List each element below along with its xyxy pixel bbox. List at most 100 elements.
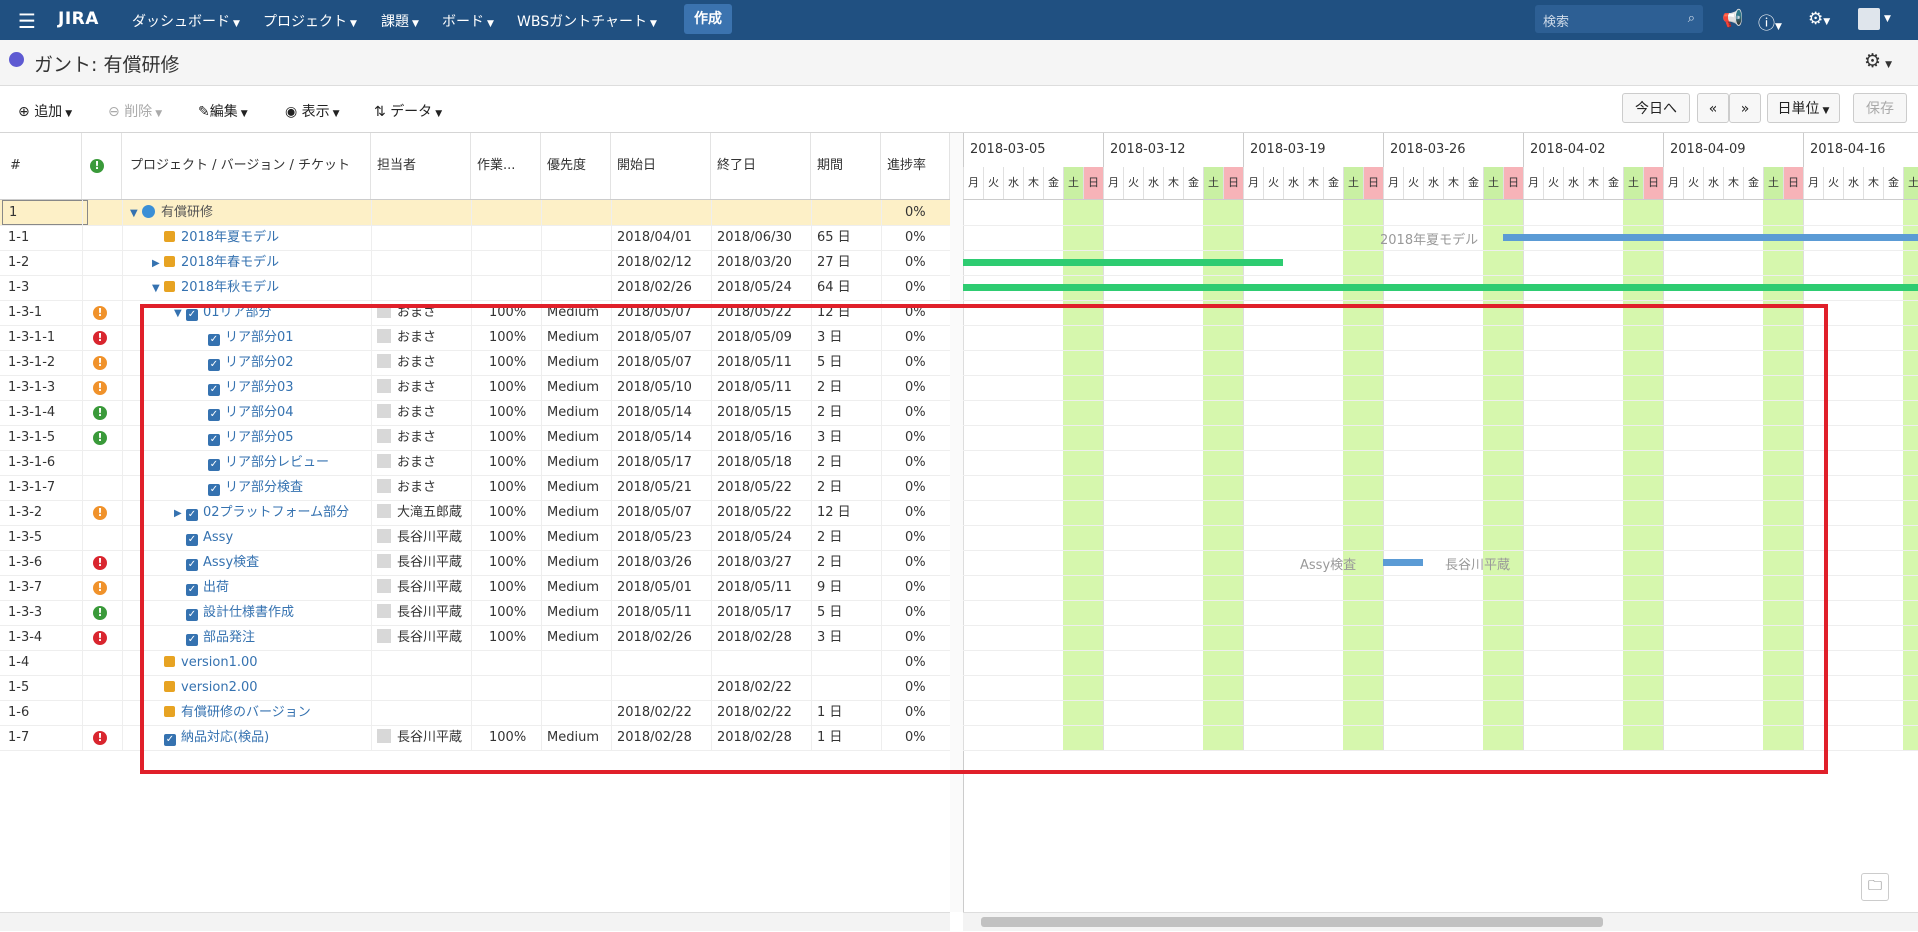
task-name[interactable]: ✓ リア部分04 xyxy=(196,400,370,425)
task-name[interactable]: ✓ Assy xyxy=(174,525,370,550)
table-row[interactable]: 1-3-6! ✓ Assy検査 長谷川平蔵 100% Medium 2018/03/26 20… xyxy=(0,550,950,576)
column-divider xyxy=(82,200,83,750)
data-button[interactable]: ⇅ データ ▼ xyxy=(374,101,442,121)
task-name[interactable]: ✓ リア部分レビュー xyxy=(196,450,370,475)
col-name[interactable]: プロジェクト / バージョン / チケット xyxy=(122,133,371,199)
task-name[interactable]: ✓ リア部分03 xyxy=(196,375,370,400)
col-number[interactable]: # xyxy=(0,133,82,199)
next-button[interactable]: » xyxy=(1729,93,1761,123)
col-start[interactable]: 開始日 xyxy=(611,133,711,199)
table-row[interactable]: 1-5 version2.00 2018/02/22 0% xyxy=(0,675,950,701)
day-label: 土 xyxy=(1343,167,1363,199)
task-name[interactable]: ✓ リア部分02 xyxy=(196,350,370,375)
task-name[interactable]: 有償研修のバージョン xyxy=(152,700,370,725)
task-name[interactable]: ▶ 2018年春モデル xyxy=(152,250,370,275)
table-row[interactable]: 1-1 2018年夏モデル 2018/04/01 2018/06/30 65 日 0% xyxy=(0,225,950,251)
task-name[interactable]: 2018年夏モデル xyxy=(152,225,370,250)
col-priority[interactable]: ! xyxy=(82,133,122,199)
task-name[interactable]: ▼ ✓ 01リア部分 xyxy=(174,300,370,325)
col-work[interactable]: 作業... xyxy=(471,133,541,199)
table-row[interactable]: 1-3-5 ✓ Assy 長谷川平蔵 100% Medium 2018/05/23 2018/… xyxy=(0,525,950,551)
menu-icon[interactable]: ☰ xyxy=(18,9,36,33)
delete-button[interactable]: ⊖ 削除 ▼ xyxy=(108,101,162,121)
col-progress[interactable]: 進捗率 xyxy=(881,133,950,199)
caret-down-icon[interactable]: ▼ xyxy=(174,301,186,325)
task-name[interactable]: ✓ 納品対応(検品) xyxy=(152,725,370,750)
pane-splitter[interactable] xyxy=(950,133,964,912)
gantt-bar[interactable] xyxy=(963,259,1283,266)
col-priority-text[interactable]: 優先度 xyxy=(541,133,611,199)
table-row[interactable]: 1-3-1-1! ✓ リア部分01 おまさ 100% Medium 2018/05/07 20… xyxy=(0,325,950,351)
task-name[interactable]: ✓ 設計仕様書作成 xyxy=(174,600,370,625)
gantt-bar[interactable] xyxy=(963,284,1918,291)
task-name[interactable]: ✓ 部品発注 xyxy=(174,625,370,650)
jira-logo[interactable]: JIRA xyxy=(58,9,99,29)
table-row[interactable]: 1-3-1-7 ✓ リア部分検査 おまさ 100% Medium 2018/05/21 201… xyxy=(0,475,950,501)
task-name[interactable]: ✓ リア部分01 xyxy=(196,325,370,350)
caret-right-icon[interactable]: ▶ xyxy=(174,501,186,525)
unit-select[interactable]: 日単位 ▼ xyxy=(1767,93,1840,123)
table-row[interactable]: 1-3-3! ✓ 設計仕様書作成 長谷川平蔵 100% Medium 2018/05/11 2… xyxy=(0,600,950,626)
day-label: 火 xyxy=(1543,167,1563,199)
avatar[interactable] xyxy=(1858,8,1880,30)
task-name[interactable]: ✓ 出荷 xyxy=(174,575,370,600)
nav-project[interactable]: プロジェクト ▼ xyxy=(263,11,357,31)
task-name[interactable]: ✓ リア部分05 xyxy=(196,425,370,450)
create-button[interactable]: 作成 xyxy=(684,4,732,34)
search-input[interactable]: 検索 ⌕ xyxy=(1535,5,1703,33)
col-end[interactable]: 終了日 xyxy=(711,133,811,199)
table-row[interactable]: 1-3-1-3! ✓ リア部分03 おまさ 100% Medium 2018/05/10 20… xyxy=(0,375,950,401)
table-row[interactable]: 1-3-1-4! ✓ リア部分04 おまさ 100% Medium 2018/05/14 20… xyxy=(0,400,950,426)
table-row[interactable]: 1-3-1-5! ✓ リア部分05 おまさ 100% Medium 2018/05/14 20… xyxy=(0,425,950,451)
add-button[interactable]: ⊕ 追加 ▼ xyxy=(18,101,72,121)
gantt-scroll-thumb[interactable] xyxy=(981,917,1603,927)
table-row[interactable]: 1-3-4! ✓ 部品発注 長谷川平蔵 100% Medium 2018/02/26 2018… xyxy=(0,625,950,651)
table-row[interactable]: 1-3-2! ▶ ✓ 02プラットフォーム部分 大滝五郎蔵 100% Medium 2018/… xyxy=(0,500,950,526)
save-button[interactable]: 保存 xyxy=(1853,93,1907,123)
task-name[interactable]: ▼ 有償研修 xyxy=(130,200,370,225)
table-row[interactable]: 1-2 ▶ 2018年春モデル 2018/02/12 2018/03/20 27 日 0% xyxy=(0,250,950,276)
table-row[interactable]: 1-3-1-6 ✓ リア部分レビュー おまさ 100% Medium 2018/05/17 2… xyxy=(0,450,950,476)
task-name[interactable]: ✓ Assy検査 xyxy=(174,550,370,575)
task-name[interactable]: version1.00 xyxy=(152,650,370,675)
caret-right-icon[interactable]: ▶ xyxy=(152,251,164,275)
table-row[interactable]: 1-3 ▼ 2018年秋モデル 2018/02/26 2018/05/24 64 日 0% xyxy=(0,275,950,301)
col-assignee[interactable]: 担当者 xyxy=(371,133,471,199)
gantt-bar[interactable] xyxy=(1383,559,1423,566)
table-row[interactable]: 1-6 有償研修のバージョン 2018/02/22 2018/02/22 1 日 0% xyxy=(0,700,950,726)
nav-board[interactable]: ボード ▼ xyxy=(442,11,494,31)
chevron-down-icon[interactable]: ▼ xyxy=(1884,14,1891,24)
today-button[interactable]: 今日へ xyxy=(1622,93,1690,123)
table-row[interactable]: 1-4 version1.00 0% xyxy=(0,650,950,676)
gantt-bar[interactable] xyxy=(1503,234,1918,241)
caret-down-icon[interactable]: ▼ xyxy=(130,201,142,225)
day-label: 木 xyxy=(1863,167,1883,199)
gear-icon[interactable]: ⚙ ▼ xyxy=(1864,50,1892,72)
checkbox-icon: ✓ xyxy=(208,459,220,471)
nav-wbs-gantt[interactable]: WBSガントチャート ▼ xyxy=(517,11,657,31)
task-name[interactable]: ✓ リア部分検査 xyxy=(196,475,370,500)
table-row[interactable]: 1-3-1! ▼ ✓ 01リア部分 おまさ 100% Medium 2018/05/07 201… xyxy=(0,300,950,326)
help-icon[interactable]: ⓘ▼ xyxy=(1758,9,1782,34)
nav-issues[interactable]: 課題 ▼ xyxy=(381,11,419,31)
task-name[interactable]: ▼ 2018年秋モデル xyxy=(152,275,370,300)
settings-icon[interactable]: ⚙▼ xyxy=(1808,9,1830,29)
announcement-icon[interactable]: 📢 xyxy=(1722,9,1743,29)
view-button[interactable]: ◉ 表示 ▼ xyxy=(285,101,340,121)
table-row[interactable]: 1-7! ✓ 納品対応(検品) 長谷川平蔵 100% Medium 2018/02/28 20… xyxy=(0,725,950,751)
edit-button[interactable]: ✎編集 ▼ xyxy=(198,101,248,121)
duration: 1 日 xyxy=(817,730,843,745)
table-row[interactable]: 1-3-1-2! ✓ リア部分02 おまさ 100% Medium 2018/05/07 20… xyxy=(0,350,950,376)
nav-dashboard[interactable]: ダッシュボード ▼ xyxy=(132,11,240,31)
gantt-scrollbar[interactable] xyxy=(963,912,1918,931)
grid-scrollbar[interactable] xyxy=(0,912,950,931)
table-row[interactable]: 1-3-7! ✓ 出荷 長谷川平蔵 100% Medium 2018/05/01 2018/0… xyxy=(0,575,950,601)
prev-button[interactable]: « xyxy=(1697,93,1729,123)
task-label: 2018年夏モデル xyxy=(181,230,280,245)
table-row[interactable]: 1 ▼ 有償研修 0% xyxy=(0,200,950,226)
col-duration[interactable]: 期間 xyxy=(811,133,881,199)
caret-down-icon[interactable]: ▼ xyxy=(152,276,164,300)
task-name[interactable]: ▶ ✓ 02プラットフォーム部分 xyxy=(174,500,370,525)
folder-icon[interactable]: 🗀 xyxy=(1861,873,1889,901)
task-name[interactable]: version2.00 xyxy=(152,675,370,700)
